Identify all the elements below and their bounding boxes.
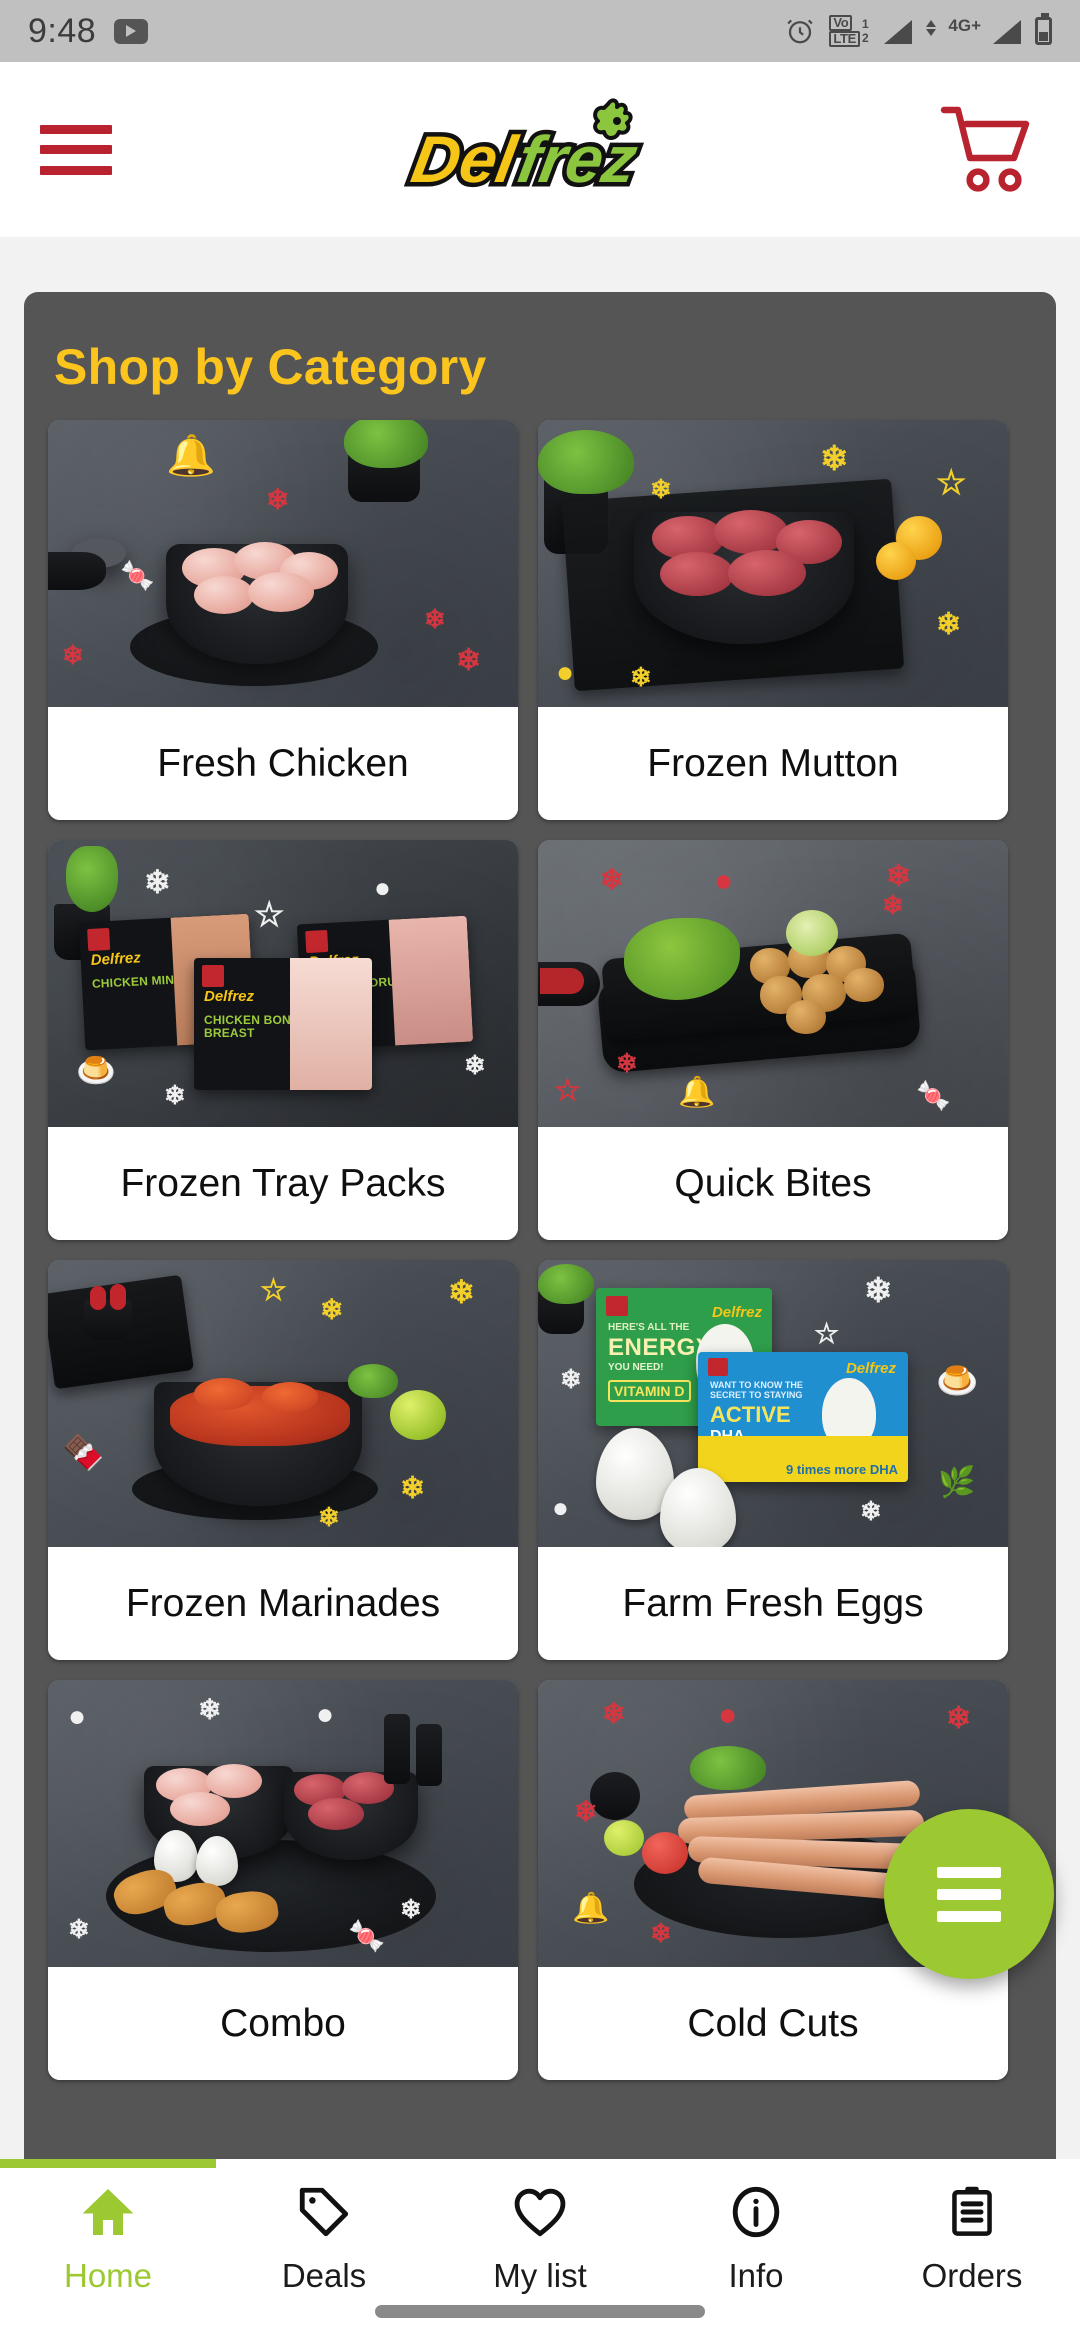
shopping-cart-icon[interactable] xyxy=(940,104,1040,196)
raw-chicken-in-black-bowl: 🔔 ❄ 🍬 ❄ ❄ ❄ xyxy=(48,420,518,707)
clipboard-icon xyxy=(945,2181,999,2243)
nav-label: Orders xyxy=(921,2257,1023,2294)
category-card-quick-bites[interactable]: ❄ ● ❄ ❄ ❄ ☆ 🔔 🍬 Quick Bites xyxy=(538,840,1008,1240)
home-gesture-bar[interactable] xyxy=(375,2305,705,2318)
category-label: Cold Cuts xyxy=(538,1967,1008,2080)
logo-text-frez: frez xyxy=(512,123,642,196)
sim1-label: 1 xyxy=(862,16,869,31)
category-label-text: Quick Bites xyxy=(674,1161,872,1205)
info-circle-icon xyxy=(727,2181,785,2243)
status-bar-clock: 9:48 xyxy=(28,11,97,50)
category-label-text: Frozen Tray Packs xyxy=(120,1161,446,1205)
nav-label: Info xyxy=(728,2257,784,2294)
logo-text-del: Del xyxy=(406,123,523,196)
chicken-mutton-eggs-combo-platter: ● ❄ ● ❄ 🍬 ❄ xyxy=(48,1680,518,1967)
volte-dual-sim-icon: Vo LTE 1 2 xyxy=(829,15,869,47)
fried-nuggets-on-black-tray: ❄ ● ❄ ❄ ❄ ☆ 🔔 🍬 xyxy=(538,840,1008,1127)
hamburger-menu-icon[interactable] xyxy=(40,119,118,181)
nav-item-my-list[interactable]: My list xyxy=(432,2181,648,2295)
bottom-navigation-bar: Home Deals My list Info Orders xyxy=(0,2159,1080,2340)
youtube-icon xyxy=(114,18,149,44)
category-card-farm-fresh-eggs[interactable]: HERE'S ALL THE ENERGY YOU NEED! VITAMIN … xyxy=(538,1260,1008,1660)
app-header: Del frez xyxy=(0,62,1080,237)
data-arrows-icon xyxy=(926,20,937,36)
category-label-text: Frozen Mutton xyxy=(647,741,899,785)
category-label-text: Farm Fresh Eggs xyxy=(622,1581,924,1625)
category-card-frozen-mutton[interactable]: ❄ ❄ ☆ ❄ ● ❄ Frozen Mutton xyxy=(538,420,1008,820)
heart-icon xyxy=(510,2181,570,2243)
active-tab-indicator xyxy=(0,2159,216,2168)
signal-bars-icon xyxy=(882,18,913,44)
status-bar: 9:48 Vo LTE 1 2 4G+ xyxy=(0,0,1080,62)
category-card-frozen-tray-packs[interactable]: Delfrez CHICKEN MINCED MEAT Delfrez CHIC… xyxy=(48,840,518,1240)
battery-icon xyxy=(1035,13,1052,45)
category-label: Combo xyxy=(48,1967,518,2080)
category-label: Frozen Marinades xyxy=(48,1547,518,1660)
category-card-fresh-chicken[interactable]: 🔔 ❄ 🍬 ❄ ❄ ❄ Fresh Chicken xyxy=(48,420,518,820)
network-4g-plus-icon: 4G+ xyxy=(948,16,981,35)
marinated-chicken-curry-bowl: ☆ ❄ ❄ 🍫 ❄ ❄ xyxy=(48,1260,518,1547)
category-card-combo[interactable]: ● ❄ ● ❄ 🍬 ❄ Combo xyxy=(48,1680,518,2080)
category-card-frozen-marinades[interactable]: ☆ ❄ ❄ 🍫 ❄ ❄ Frozen Marinades xyxy=(48,1260,518,1660)
home-icon xyxy=(78,2181,138,2243)
nav-label: Home xyxy=(63,2257,153,2294)
nav-item-home[interactable]: Home xyxy=(0,2181,216,2295)
page-title: Shop by Category xyxy=(54,339,487,395)
egg-carton-blue-label: ACTIVE xyxy=(710,1402,791,1427)
sim2-label: 2 xyxy=(862,30,869,45)
category-label-text: Fresh Chicken xyxy=(157,741,409,785)
signal-bars-icon-2 xyxy=(991,18,1021,44)
nav-item-info[interactable]: Info xyxy=(648,2181,864,2295)
delfrez-chicken-tray-packs: Delfrez CHICKEN MINCED MEAT Delfrez CHIC… xyxy=(48,840,518,1127)
alarm-icon xyxy=(785,16,815,46)
category-label: Fresh Chicken xyxy=(48,707,518,820)
status-bar-icons: Vo LTE 1 2 4G+ xyxy=(785,13,1052,47)
delfrez-egg-cartons: HERE'S ALL THE ENERGY YOU NEED! VITAMIN … xyxy=(538,1260,1008,1547)
category-label-text: Combo xyxy=(220,2001,346,2045)
nav-item-deals[interactable]: Deals xyxy=(216,2181,432,2295)
category-label: Frozen Mutton xyxy=(538,707,1008,820)
menu-fab-icon[interactable] xyxy=(884,1809,1054,1979)
delfrez-logo[interactable]: Del frez xyxy=(390,95,690,205)
nav-label: My list xyxy=(493,2257,587,2294)
egg-carton-yellow-sub: 9 times more DHA xyxy=(786,1462,898,1477)
raw-mutton-in-black-kadai: ❄ ❄ ☆ ❄ ● ❄ xyxy=(538,420,1008,707)
category-label: Farm Fresh Eggs xyxy=(538,1547,1008,1660)
category-label-text: Frozen Marinades xyxy=(125,1581,441,1625)
egg-carton-green-sub: VITAMIN D xyxy=(608,1380,691,1402)
nav-item-orders[interactable]: Orders xyxy=(864,2181,1080,2295)
tag-icon xyxy=(295,2181,353,2243)
category-label-text: Cold Cuts xyxy=(687,2001,859,2045)
category-label: Frozen Tray Packs xyxy=(48,1127,518,1240)
category-grid: 🔔 ❄ 🍬 ❄ ❄ ❄ Fresh Chicken ❄ ❄ ☆ ❄ ● ❄ Fr… xyxy=(48,420,1038,2080)
nav-label: Deals xyxy=(281,2257,367,2294)
page-body: Shop by Category 🔔 ❄ 🍬 ❄ ❄ ❄ Fresh Chick… xyxy=(0,237,1080,2162)
category-label: Quick Bites xyxy=(538,1127,1008,1240)
